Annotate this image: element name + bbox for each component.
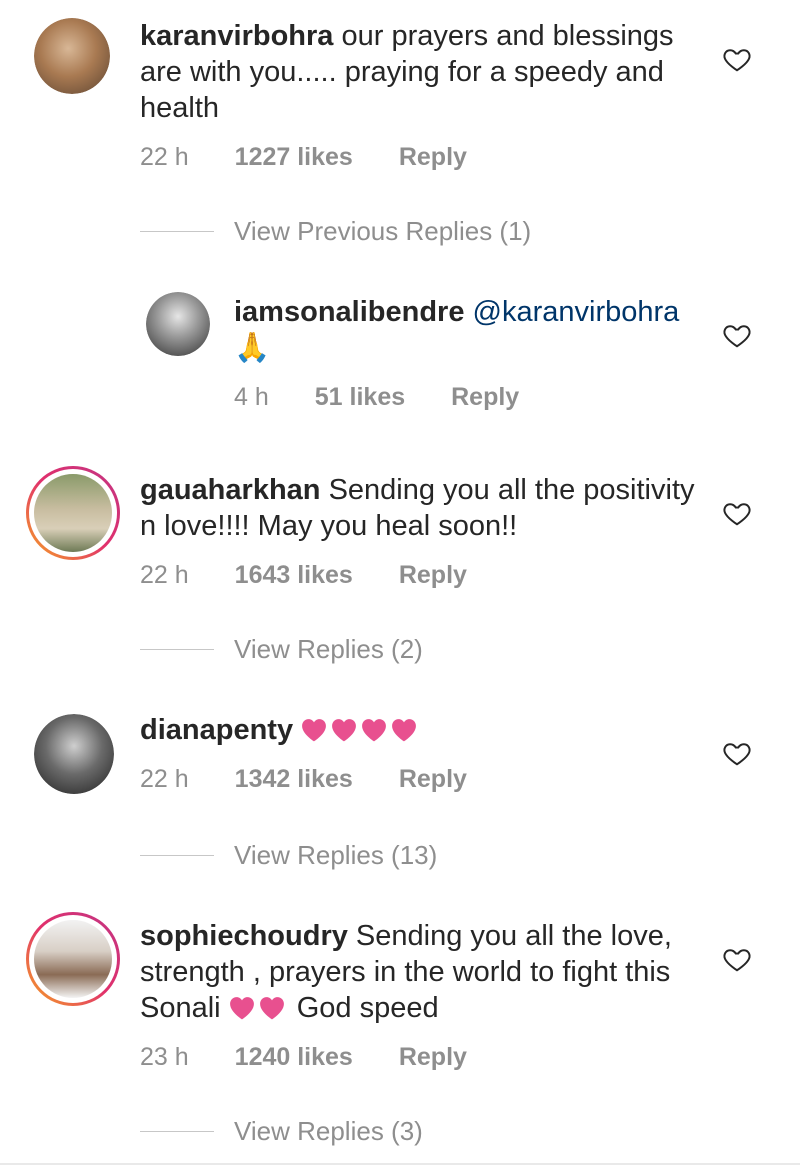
pink-heart-emoji-icon [301, 715, 327, 742]
pink-heart-emoji-icon [259, 993, 285, 1020]
reply-button[interactable]: Reply [399, 142, 467, 172]
comment-text: karanvirbohra our prayers and blessings … [140, 18, 710, 126]
comment-text: iamsonalibendre @karanvirbohra 🙏 [234, 294, 714, 366]
comment-meta: 22 h 1643 likes Reply [140, 560, 467, 590]
username[interactable]: gauaharkhan [140, 474, 321, 506]
like-heart-icon[interactable] [722, 44, 752, 74]
view-replies-button[interactable]: View Replies (13) [140, 840, 437, 871]
comment-body-end: God speed [296, 992, 439, 1024]
timestamp: 22 h [140, 561, 189, 589]
view-replies-button[interactable]: View Replies (3) [140, 1116, 423, 1147]
like-heart-icon[interactable] [722, 320, 752, 350]
view-replies-button[interactable]: View Replies (2) [140, 634, 423, 665]
heart-emojis [301, 714, 421, 746]
username[interactable]: dianapenty [140, 714, 293, 746]
view-replies-label: View Replies (13) [234, 840, 438, 870]
comment-text: gauaharkhan Sending you all the positivi… [140, 472, 710, 544]
like-heart-icon[interactable] [722, 738, 752, 768]
divider-line [140, 1131, 214, 1132]
pink-heart-emoji-icon [229, 993, 255, 1020]
folded-hands-emoji: 🙏 [234, 332, 271, 364]
timestamp: 4 h [234, 383, 269, 411]
heart-emojis [229, 992, 289, 1024]
avatar[interactable] [26, 912, 120, 1006]
username[interactable]: karanvirbohra [140, 20, 333, 52]
reply-button[interactable]: Reply [399, 764, 467, 794]
like-heart-icon[interactable] [722, 944, 752, 974]
username[interactable]: sophiechoudry [140, 920, 348, 952]
divider-line [140, 649, 214, 650]
view-replies-label: View Replies (2) [234, 634, 423, 664]
timestamp: 22 h [140, 143, 189, 171]
reply-button[interactable]: Reply [399, 560, 467, 590]
likes-count[interactable]: 1227 likes [235, 142, 353, 172]
divider-line [140, 231, 214, 232]
divider-line [140, 855, 214, 856]
timestamp: 22 h [140, 765, 189, 793]
reply-button[interactable]: Reply [399, 1042, 467, 1072]
likes-count[interactable]: 1342 likes [235, 764, 353, 794]
comment-meta: 22 h 1227 likes Reply [140, 142, 467, 172]
username[interactable]: iamsonalibendre [234, 296, 464, 328]
comment-meta: 4 h 51 likes Reply [234, 382, 519, 412]
comment-text: dianapenty [140, 712, 710, 748]
pink-heart-emoji-icon [391, 715, 417, 742]
timestamp: 23 h [140, 1043, 189, 1071]
avatar[interactable] [34, 18, 110, 94]
avatar[interactable] [26, 466, 120, 560]
comments-feed: karanvirbohra our prayers and blessings … [0, 0, 800, 1165]
likes-count[interactable]: 1240 likes [235, 1042, 353, 1072]
likes-count[interactable]: 51 likes [315, 382, 405, 412]
pink-heart-emoji-icon [361, 715, 387, 742]
comment-meta: 22 h 1342 likes Reply [140, 764, 467, 794]
avatar[interactable] [34, 714, 114, 794]
view-replies-label: View Replies (3) [234, 1116, 423, 1146]
comment-text: sophiechoudry Sending you all the love, … [140, 918, 710, 1026]
view-previous-replies-button[interactable]: View Previous Replies (1) [140, 216, 531, 247]
view-replies-label: View Previous Replies (1) [234, 216, 532, 246]
comment-meta: 23 h 1240 likes Reply [140, 1042, 467, 1072]
avatar[interactable] [146, 292, 210, 356]
reply-button[interactable]: Reply [451, 382, 519, 412]
pink-heart-emoji-icon [331, 715, 357, 742]
like-heart-icon[interactable] [722, 498, 752, 528]
mention-link[interactable]: @karanvirbohra [473, 296, 680, 328]
likes-count[interactable]: 1643 likes [235, 560, 353, 590]
